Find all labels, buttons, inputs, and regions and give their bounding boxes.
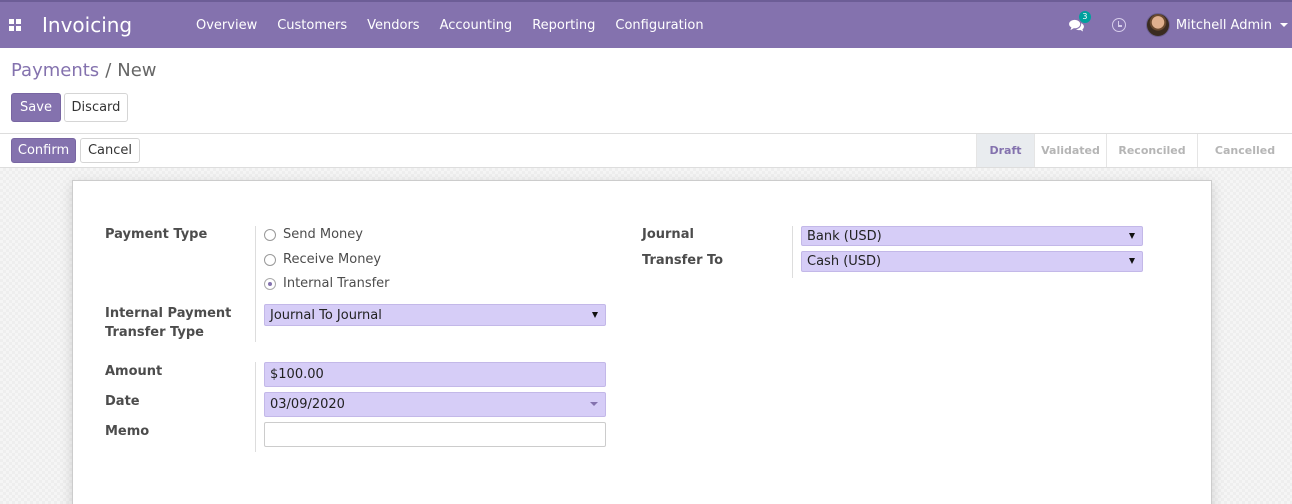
breadcrumb-current: New [117,60,157,81]
chevron-down-icon[interactable] [1280,23,1288,27]
menu-overview[interactable]: Overview [186,18,267,33]
main-menu: Overview Customers Vendors Accounting Re… [186,18,714,33]
column-divider [255,362,256,452]
save-button[interactable]: Save [11,93,61,122]
cancel-button[interactable]: Cancel [80,138,140,163]
menu-configuration[interactable]: Configuration [605,18,713,33]
chat-button[interactable]: 3 [1062,10,1092,32]
dropdown-arrow-icon [1129,258,1135,264]
date-label: Date [105,394,140,409]
dropdown-arrow-icon [592,312,598,318]
journal-label: Journal [642,227,694,242]
confirm-button[interactable]: Confirm [11,138,76,163]
top-navbar: Invoicing Overview Customers Vendors Acc… [0,0,1292,48]
column-divider [255,226,256,342]
radio-receive-money[interactable]: Receive Money [264,252,381,267]
discard-button[interactable]: Discard [64,93,128,122]
select-value: Bank (USD) [807,228,882,244]
breadcrumb-payments[interactable]: Payments [11,60,99,81]
breadcrumb-separator: / [105,60,112,81]
avatar[interactable] [1145,13,1170,37]
stage-reconciled: Reconciled [1106,134,1197,167]
internal-transfer-type-label: Internal Payment Transfer Type [105,306,232,340]
datepicker-caret-icon[interactable] [590,402,598,406]
radio-send-money[interactable]: Send Money [264,227,363,242]
internal-transfer-type-select[interactable]: Journal To Journal [264,304,606,326]
amount-value: $100.00 [270,367,324,382]
transfer-to-label: Transfer To [642,253,724,268]
date-input[interactable]: 03/09/2020 [264,392,606,417]
user-menu[interactable]: Mitchell Admin [1176,18,1272,33]
radio-label: Receive Money [283,252,382,267]
activity-clock-icon[interactable] [1111,18,1126,32]
radio-button-checked[interactable] [264,277,276,290]
stage-cancelled: Cancelled [1197,134,1292,167]
column-divider [792,226,793,278]
amount-label: Amount [105,364,163,379]
status-stages: Draft Validated Reconciled Cancelled [976,134,1292,167]
app-title[interactable]: Invoicing [42,13,186,37]
radio-label: Internal Transfer [283,276,390,291]
radio-button[interactable] [264,253,276,266]
select-value: Journal To Journal [270,307,382,323]
stage-draft: Draft [976,134,1034,167]
journal-select[interactable]: Bank (USD) [801,226,1143,246]
menu-accounting[interactable]: Accounting [430,18,523,33]
stage-validated: Validated [1034,134,1106,167]
radio-internal-transfer[interactable]: Internal Transfer [264,276,390,291]
chat-count-badge: 3 [1078,10,1091,23]
date-value: 03/09/2020 [270,397,345,412]
select-value: Cash (USD) [807,254,882,269]
amount-input[interactable]: $100.00 [264,362,606,387]
apps-menu-icon[interactable] [4,14,26,36]
memo-label: Memo [105,424,150,439]
transfer-to-select[interactable]: Cash (USD) [801,251,1143,272]
payment-type-label: Payment Type [105,227,208,242]
menu-vendors[interactable]: Vendors [357,18,429,33]
radio-button[interactable] [264,228,276,241]
memo-input[interactable] [264,422,606,447]
form-statusbar: Confirm Cancel Draft Validated Reconcile… [0,133,1292,168]
breadcrumb: Payments / New [11,60,157,81]
dropdown-arrow-icon [1129,233,1135,239]
radio-label: Send Money [283,227,363,242]
menu-customers[interactable]: Customers [267,18,357,33]
menu-reporting[interactable]: Reporting [522,18,605,33]
